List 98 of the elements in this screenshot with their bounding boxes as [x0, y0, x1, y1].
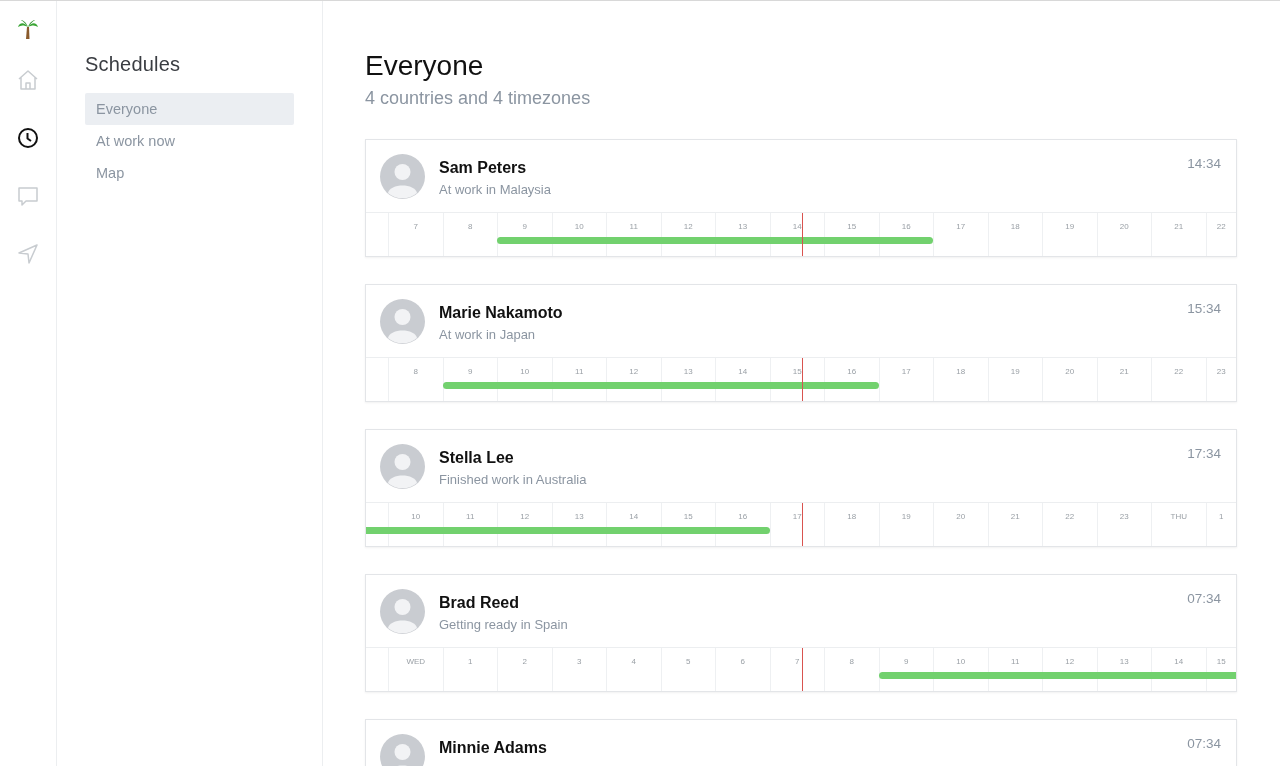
sidebar-item[interactable]: Map — [85, 157, 294, 189]
sidebar-title: Schedules — [85, 53, 182, 76]
person-status: Getting ready in Spain — [439, 617, 569, 632]
hour-label: 7 — [413, 222, 418, 232]
hour-label: 16 — [901, 222, 911, 232]
hour-label: 17 — [901, 367, 911, 377]
hour-label: 18 — [956, 367, 966, 377]
hour-label: 10 — [574, 222, 584, 232]
hour-label: 11 — [466, 512, 475, 522]
hour-label: 13 — [683, 367, 693, 377]
hour-label: 14 — [792, 222, 802, 232]
hour-label: 13 — [1119, 657, 1129, 667]
hour-label: 21 — [1010, 512, 1020, 522]
avatar — [380, 299, 425, 344]
person-name: Stella Lee — [439, 449, 515, 467]
hour-label: 18 — [847, 512, 857, 522]
hour-label: 23 — [1119, 512, 1129, 522]
avatar — [380, 589, 425, 634]
hour-label: 12 — [629, 367, 639, 377]
clock-icon[interactable] — [16, 126, 40, 150]
hour-label: 15 — [847, 222, 857, 232]
hour-label: 21 — [1119, 367, 1129, 377]
hour-label: 2 — [522, 657, 527, 667]
local-time: 15:34 — [1187, 300, 1221, 316]
hour-label: 1 — [1219, 512, 1224, 522]
hour-label: 11 — [575, 367, 584, 377]
hour-label: 11 — [629, 222, 638, 232]
person-name: Minnie Adams — [439, 739, 548, 757]
local-time: 07:34 — [1187, 590, 1221, 606]
hour-label: 13 — [738, 222, 748, 232]
page-title: Everyone — [365, 50, 485, 82]
hour-label: 19 — [1010, 367, 1020, 377]
person-status: At work in Japan — [439, 327, 537, 342]
hour-label: THU — [1170, 512, 1187, 522]
hour-label: WED — [406, 657, 426, 667]
avatar — [380, 154, 425, 199]
avatar — [380, 444, 425, 489]
hour-label: 5 — [686, 657, 691, 667]
hour-label: 3 — [577, 657, 582, 667]
home-icon[interactable] — [16, 68, 40, 92]
current-time-line — [801, 503, 803, 546]
hour-label: 9 — [522, 222, 527, 232]
hour-label: 14 — [1174, 657, 1184, 667]
hour-label: 8 — [468, 222, 473, 232]
send-icon[interactable] — [16, 242, 40, 266]
person-name: Marie Nakamoto — [439, 304, 564, 322]
hour-label: 16 — [847, 367, 857, 377]
hour-label: 16 — [738, 512, 748, 522]
hour-label: 19 — [1065, 222, 1075, 232]
hour-label: 22 — [1174, 367, 1184, 377]
hour-label: 19 — [901, 512, 911, 522]
person-name: Brad Reed — [439, 594, 521, 612]
hour-label: 12 — [1065, 657, 1075, 667]
hour-label: 12 — [520, 512, 530, 522]
hour-label: 13 — [574, 512, 584, 522]
hour-label: 7 — [795, 657, 800, 667]
hour-label: 20 — [956, 512, 966, 522]
hour-label: 21 — [1174, 222, 1184, 232]
hour-label: 14 — [738, 367, 748, 377]
hour-label: 8 — [849, 657, 854, 667]
hour-label: 17 — [792, 512, 802, 522]
hour-label: 10 — [520, 367, 530, 377]
hour-label: 17 — [956, 222, 966, 232]
sidebar-item[interactable]: Everyone — [85, 93, 294, 125]
hour-label: 1 — [468, 657, 473, 667]
sidebar-item[interactable]: At work now — [85, 125, 294, 157]
palm-tree-icon — [17, 18, 39, 40]
hour-label: 6 — [740, 657, 745, 667]
hour-label: 9 — [468, 367, 473, 377]
hour-label: 23 — [1216, 367, 1226, 377]
hour-label: 20 — [1119, 222, 1129, 232]
person-status: Finished work in Australia — [439, 472, 588, 487]
hour-label: 18 — [1010, 222, 1020, 232]
avatar — [380, 734, 425, 766]
hour-label: 9 — [904, 657, 909, 667]
current-time-line — [801, 213, 803, 256]
hour-label: 15 — [683, 512, 693, 522]
current-time-line — [801, 358, 803, 401]
hour-label: 4 — [631, 657, 636, 667]
hour-label: 22 — [1065, 512, 1075, 522]
chat-bubble-icon[interactable] — [16, 184, 40, 208]
hour-label: 11 — [1011, 657, 1020, 667]
person-status: At work in Malaysia — [439, 182, 552, 197]
hour-label: 10 — [956, 657, 966, 667]
local-time: 14:34 — [1187, 155, 1221, 171]
person-name: Sam Peters — [439, 159, 528, 177]
page-subtitle: 4 countries and 4 timezones — [365, 88, 592, 109]
current-time-line — [801, 648, 803, 691]
local-time: 17:34 — [1187, 445, 1221, 461]
hour-label: 15 — [792, 367, 802, 377]
hour-label: 14 — [629, 512, 639, 522]
hour-label: 8 — [413, 367, 418, 377]
hour-label: 12 — [683, 222, 693, 232]
local-time: 07:34 — [1187, 735, 1221, 751]
hour-label: 10 — [411, 512, 421, 522]
hour-label: 22 — [1216, 222, 1226, 232]
hour-label: 15 — [1216, 657, 1226, 667]
hour-label: 20 — [1065, 367, 1075, 377]
